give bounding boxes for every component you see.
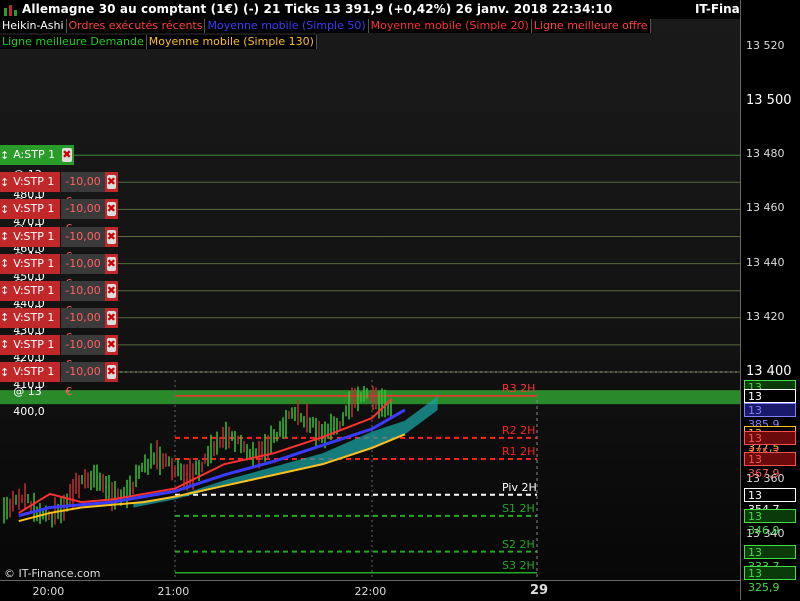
legend-item[interactable]: Ordres exécutés récents bbox=[67, 19, 206, 33]
price-tag: 13 346,9 bbox=[744, 509, 796, 523]
cancel-order-icon[interactable]: ✖ bbox=[107, 311, 116, 325]
order-pnl: -10,00 € bbox=[60, 362, 104, 382]
legend-item[interactable]: Moyenne mobile (Simple 50) bbox=[205, 19, 368, 33]
price-tick-label: 13 420 bbox=[746, 310, 785, 323]
cancel-order-icon[interactable]: ✖ bbox=[107, 365, 116, 379]
order-label: A:STP 1 @ 13 480,0 bbox=[9, 145, 60, 165]
price-tag: 13 391,2 bbox=[744, 389, 796, 403]
cancel-order-icon[interactable]: ✖ bbox=[107, 338, 116, 352]
legend-item[interactable]: Moyenne mobile (Simple 20) bbox=[369, 19, 532, 33]
indicator-legend-row-1: Heikin-Ashi Ordres exécutés récents Moyenn… bbox=[0, 19, 651, 34]
time-tick-label: 21:00 bbox=[158, 585, 190, 598]
price-tick-label: 13 440 bbox=[746, 256, 785, 269]
drag-handle-icon[interactable]: ↕ bbox=[0, 199, 9, 219]
pivot-label: S3 2H bbox=[502, 559, 535, 572]
order-label: V:STP 1 @ 13 450,0 bbox=[9, 227, 60, 247]
legend-item[interactable]: Ligne meilleure Demande bbox=[0, 35, 147, 49]
order-label: V:STP 1 @ 13 430,0 bbox=[9, 281, 60, 301]
drag-handle-icon[interactable]: ↕ bbox=[0, 308, 9, 328]
drag-handle-icon[interactable]: ↕ bbox=[0, 281, 9, 301]
drag-handle-icon[interactable]: ↕ bbox=[0, 227, 9, 247]
price-tag: 13 325,9 bbox=[744, 566, 796, 580]
cancel-order-icon[interactable]: ✖ bbox=[107, 202, 116, 216]
stop-order[interactable]: ↕V:STP 1 @ 13 460,0-10,00 €✖ bbox=[0, 199, 118, 219]
price-tag: 13 333,7 bbox=[744, 545, 796, 559]
cancel-order-icon[interactable]: ✖ bbox=[107, 175, 116, 189]
order-label: V:STP 1 @ 13 410,0 bbox=[9, 335, 60, 355]
stop-order[interactable]: ↕V:STP 1 @ 13 430,0-10,00 €✖ bbox=[0, 281, 118, 301]
time-tick-label: 29 bbox=[530, 583, 548, 598]
drag-handle-icon[interactable]: ↕ bbox=[0, 335, 9, 355]
pivot-label: R2 2H bbox=[502, 424, 535, 437]
cancel-order-icon[interactable]: ✖ bbox=[62, 148, 71, 162]
stop-order[interactable]: ↕V:STP 1 @ 13 410,0-10,00 €✖ bbox=[0, 335, 118, 355]
stop-order[interactable]: ↕V:STP 1 @ 13 450,0-10,00 €✖ bbox=[0, 227, 118, 247]
title-bar: Allemagne 30 au comptant (1€) (-) 21 Tic… bbox=[0, 0, 800, 19]
drag-handle-icon[interactable]: ↕ bbox=[0, 172, 9, 192]
indicator-legend-row-2: Ligne meilleure Demande Moyenne mobile (S… bbox=[0, 35, 317, 50]
pivot-label: R1 2H bbox=[502, 445, 535, 458]
drag-handle-icon[interactable]: ↕ bbox=[0, 254, 9, 274]
pivot-label: S1 2H bbox=[502, 502, 535, 515]
order-label: V:STP 1 @ 13 420,0 bbox=[9, 308, 60, 328]
order-pnl: -10,00 € bbox=[60, 227, 104, 247]
price-tag: 13 354,7 bbox=[744, 488, 796, 502]
order-label: V:STP 1 @ 13 470,0 bbox=[9, 172, 60, 192]
legend-item[interactable]: Ligne meilleure offre bbox=[532, 19, 651, 33]
legend-item[interactable]: Moyenne mobile (Simple 130) bbox=[147, 35, 317, 49]
time-tick-label: 22:00 bbox=[355, 585, 387, 598]
price-tick-label: 13 480 bbox=[746, 147, 785, 160]
order-label: V:STP 1 @ 13 460,0 bbox=[9, 199, 60, 219]
order-pnl: -10,00 € bbox=[60, 254, 104, 274]
price-tick-label: 13 520 bbox=[746, 39, 785, 52]
pivot-label: R3 2H bbox=[502, 382, 535, 395]
order-label: V:STP 1 @ 13 440,0 bbox=[9, 254, 60, 274]
order-pnl: -10,00 € bbox=[60, 281, 104, 301]
stop-order[interactable]: ↕A:STP 1 @ 13 480,0✖ bbox=[0, 145, 74, 165]
drag-handle-icon[interactable]: ↕ bbox=[0, 362, 9, 382]
stop-order[interactable]: ↕V:STP 1 @ 13 440,0-10,00 €✖ bbox=[0, 254, 118, 274]
chart-title: Allemagne 30 au comptant (1€) (-) 21 Tic… bbox=[22, 2, 612, 16]
drag-handle-icon[interactable]: ↕ bbox=[0, 145, 9, 165]
price-tag: 13 367,9 bbox=[744, 452, 796, 466]
legend-item[interactable]: Heikin-Ashi bbox=[0, 19, 67, 33]
copyright: © IT-Finance.com bbox=[4, 567, 101, 580]
chart-icon bbox=[3, 4, 17, 16]
stop-order[interactable]: ↕ V:STP 1 @ 13 400,0 -10,00 € ✖ bbox=[0, 362, 118, 382]
cancel-order-icon[interactable]: ✖ bbox=[107, 284, 116, 298]
stop-order[interactable]: ↕V:STP 1 @ 13 420,0-10,00 €✖ bbox=[0, 308, 118, 328]
order-label: V:STP 1 @ 13 400,0 bbox=[9, 362, 60, 382]
order-pnl: -10,00 € bbox=[60, 335, 104, 355]
pivot-label: Piv 2H bbox=[502, 481, 537, 494]
cancel-order-icon[interactable]: ✖ bbox=[107, 230, 116, 244]
price-tick-label: 13 400 bbox=[746, 364, 792, 379]
time-tick-label: 20:00 bbox=[33, 585, 65, 598]
stop-order[interactable]: ↕V:STP 1 @ 13 470,0-10,00 €✖ bbox=[0, 172, 118, 192]
price-tick-label: 13 500 bbox=[746, 93, 792, 108]
pivot-label: S2 2H bbox=[502, 538, 535, 551]
order-pnl: -10,00 € bbox=[60, 308, 104, 328]
price-tag: 13 375,7 bbox=[744, 431, 796, 445]
order-pnl: -10,00 € bbox=[60, 199, 104, 219]
price-tick-label: 13 460 bbox=[746, 201, 785, 214]
cancel-order-icon[interactable]: ✖ bbox=[107, 257, 116, 271]
price-tag: 13 385,9 bbox=[744, 403, 796, 417]
order-pnl: -10,00 € bbox=[60, 172, 104, 192]
moving-average-line bbox=[19, 410, 405, 516]
